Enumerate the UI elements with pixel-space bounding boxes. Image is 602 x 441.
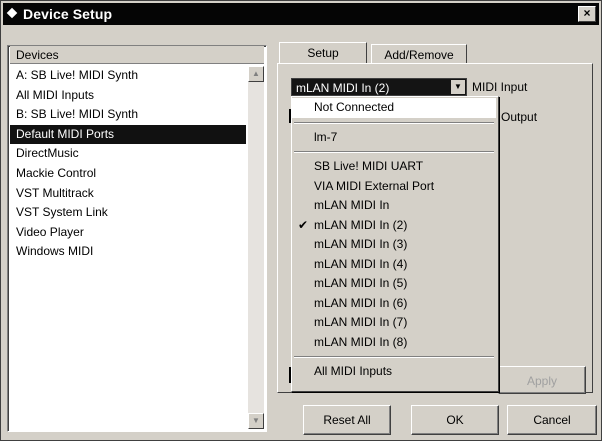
midi-input-dropdown-menu: Not Connected lm-7 SB Live! MIDI UART VIA M… bbox=[291, 96, 499, 392]
apply-button[interactable]: Apply bbox=[498, 366, 586, 394]
devices-list: A: SB Live! MIDI Synth All MIDI Inputs B: … bbox=[10, 66, 246, 262]
cancel-button[interactable]: Cancel bbox=[507, 405, 597, 435]
dropdown-item-label: lm-7 bbox=[314, 129, 338, 144]
dropdown-item-label: Not Connected bbox=[314, 100, 395, 114]
device-setup-window: Device Setup × Devices A: SB Live! MIDI … bbox=[0, 0, 602, 441]
device-list-item[interactable]: Video Player bbox=[10, 223, 246, 243]
dropdown-item-label: mLAN MIDI In bbox=[314, 198, 390, 212]
menu-separator bbox=[294, 121, 494, 124]
tab-setup[interactable]: Setup bbox=[279, 42, 367, 64]
dropdown-item[interactable]: lm-7 bbox=[292, 128, 496, 148]
dropdown-item-label: mLAN MIDI In (7) bbox=[314, 315, 408, 329]
reset-all-button[interactable]: Reset All bbox=[303, 405, 391, 435]
dropdown-item[interactable]: mLAN MIDI In (8) bbox=[292, 333, 496, 353]
dropdown-arrow-icon[interactable]: ▼ bbox=[451, 80, 465, 94]
dropdown-item[interactable]: mLAN MIDI In (3) bbox=[292, 235, 496, 255]
device-list-item[interactable]: Default MIDI Ports bbox=[10, 124, 246, 145]
device-list-item[interactable]: B: SB Live! MIDI Synth bbox=[10, 105, 246, 125]
dropdown-item-label: SB Live! MIDI UART bbox=[314, 159, 424, 173]
device-list-item[interactable]: DirectMusic bbox=[10, 144, 246, 164]
dropdown-item-label: mLAN MIDI In (3) bbox=[314, 237, 408, 251]
midi-input-select[interactable]: mLAN MIDI In (2) ▼ bbox=[291, 78, 467, 96]
dropdown-item-label: All MIDI Inputs bbox=[314, 364, 393, 378]
dropdown-item-label: mLAN MIDI In (2) bbox=[314, 217, 408, 232]
scroll-down-button[interactable]: ▼ bbox=[248, 413, 264, 429]
device-list-item[interactable]: All MIDI Inputs bbox=[10, 86, 246, 106]
dropdown-item[interactable]: mLAN MIDI In (4) bbox=[292, 255, 496, 275]
dropdown-item-label: mLAN MIDI In (4) bbox=[314, 256, 408, 271]
dropdown-item[interactable]: mLAN MIDI In bbox=[292, 196, 496, 216]
dropdown-item[interactable]: mLAN MIDI In (5) bbox=[292, 274, 496, 294]
dropdown-item[interactable]: SB Live! MIDI UART bbox=[292, 157, 496, 177]
dropdown-item[interactable]: Not Connected bbox=[292, 98, 496, 118]
midi-output-label: Output bbox=[501, 110, 538, 124]
dropdown-item[interactable]: mLAN MIDI In (7) bbox=[292, 313, 496, 333]
scroll-up-button[interactable]: ▲ bbox=[248, 66, 264, 82]
dropdown-item[interactable]: All MIDI Inputs bbox=[292, 362, 496, 382]
ok-button[interactable]: OK bbox=[411, 405, 499, 435]
menu-separator bbox=[294, 151, 494, 153]
menu-separator bbox=[294, 356, 494, 358]
device-list-item[interactable]: VST System Link bbox=[10, 203, 246, 223]
device-list-item[interactable]: A: SB Live! MIDI Synth bbox=[10, 66, 246, 86]
app-diamond-icon bbox=[6, 7, 18, 19]
devices-scrollbar[interactable]: ▲ ▼ bbox=[248, 66, 264, 429]
dropdown-item-label: mLAN MIDI In (8) bbox=[314, 334, 408, 349]
device-list-item[interactable]: Windows MIDI bbox=[10, 242, 246, 262]
dropdown-item-label: mLAN MIDI In (6) bbox=[314, 295, 408, 310]
dropdown-item[interactable]: VIA MIDI External Port bbox=[292, 177, 496, 197]
tab-add-remove[interactable]: Add/Remove bbox=[371, 44, 467, 64]
close-button[interactable]: × bbox=[578, 6, 596, 22]
window-title: Device Setup bbox=[23, 6, 113, 22]
title-bar[interactable]: Device Setup × bbox=[3, 3, 599, 25]
devices-header: Devices bbox=[10, 46, 264, 64]
devices-list-panel: Devices A: SB Live! MIDI Synth All MIDI I… bbox=[7, 45, 267, 432]
midi-input-value: mLAN MIDI In (2) bbox=[296, 81, 390, 95]
dropdown-item-label: VIA MIDI External Port bbox=[314, 178, 435, 193]
dropdown-item-label: mLAN MIDI In (5) bbox=[314, 276, 408, 290]
checkmark-icon: ✔ bbox=[298, 217, 309, 232]
dropdown-item[interactable]: ✔ mLAN MIDI In (2) bbox=[292, 216, 496, 236]
device-list-item[interactable]: Mackie Control bbox=[10, 164, 246, 184]
midi-input-label: MIDI Input bbox=[472, 80, 528, 94]
device-list-item[interactable]: VST Multitrack bbox=[10, 184, 246, 204]
dropdown-item[interactable]: mLAN MIDI In (6) bbox=[292, 294, 496, 314]
